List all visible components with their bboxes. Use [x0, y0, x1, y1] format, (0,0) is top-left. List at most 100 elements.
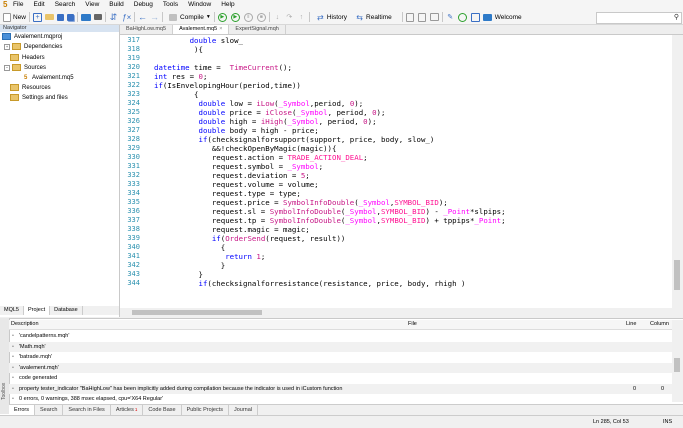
copy-icon[interactable]: [405, 12, 414, 22]
code-line[interactable]: request.action = TRADE_ACTION_DEAL;: [154, 153, 368, 162]
editor-horizontal-scrollbar[interactable]: [120, 308, 672, 317]
stop-icon[interactable]: ■: [256, 12, 266, 22]
code-line[interactable]: request.sl = SymbolInfoDouble(_Symbol,SY…: [154, 207, 506, 216]
expand-icon[interactable]: +: [4, 43, 10, 50]
new-button[interactable]: New: [3, 12, 26, 23]
tab-public-projects[interactable]: Public Projects: [182, 405, 229, 415]
start-real-icon[interactable]: ▶: [230, 12, 240, 22]
code-line[interactable]: request.type = type;: [154, 189, 301, 198]
tab-articles[interactable]: Articles1: [111, 405, 144, 415]
tab-mql5[interactable]: MQL5: [0, 306, 24, 315]
step-into-icon[interactable]: ↓: [273, 13, 282, 22]
collapse-icon[interactable]: −: [4, 64, 10, 71]
tab-avalement[interactable]: Avalement.mq5 ×: [173, 25, 230, 34]
tree-item-avalement-mq5[interactable]: 5 Avalement.mq5: [24, 74, 74, 82]
table-row[interactable]: • 0 errors, 0 warnings, 388 msec elapsed,…: [9, 394, 672, 404]
code-line[interactable]: &&!checkOpenByMagic(magic)){: [154, 144, 337, 153]
tab-database[interactable]: Database: [50, 306, 83, 315]
table-row[interactable]: • 'candelpatterns.mqh': [9, 331, 672, 341]
menu-window[interactable]: Window: [188, 0, 211, 10]
menu-file[interactable]: File: [13, 0, 23, 10]
paste-icon[interactable]: [417, 12, 426, 22]
table-row[interactable]: • 'batrade.mqh': [9, 352, 672, 362]
tab-code-base[interactable]: Code Base: [143, 405, 182, 415]
new-document-icon[interactable]: +: [33, 12, 43, 22]
tree-item-sources[interactable]: − Sources: [4, 64, 46, 72]
window-icon[interactable]: [429, 13, 439, 21]
insert-code-icon[interactable]: [81, 13, 92, 21]
save-all-icon[interactable]: [67, 13, 75, 21]
menu-search[interactable]: Search: [55, 0, 76, 10]
menu-help[interactable]: Help: [221, 0, 234, 10]
step-over-icon[interactable]: ↷: [285, 13, 294, 22]
table-row[interactable]: • 'avalement.mqh': [9, 362, 672, 373]
menu-edit[interactable]: Edit: [33, 0, 44, 10]
welcome-button[interactable]: Welcome: [482, 12, 522, 23]
table-row[interactable]: • property tester_indicator "BaHighLow" h…: [9, 383, 672, 394]
editor-vertical-scrollbar[interactable]: [672, 35, 683, 308]
column-column[interactable]: Column: [650, 320, 669, 329]
column-line[interactable]: Line: [626, 320, 636, 329]
tree-item-resources[interactable]: Resources: [10, 84, 51, 92]
print-icon[interactable]: [94, 14, 103, 20]
close-icon[interactable]: ×: [219, 26, 222, 32]
code-line[interactable]: double price = iClose(_Symbol, period, 0…: [154, 108, 386, 117]
code-line[interactable]: request.symbol = _Symbol;: [154, 162, 323, 171]
code-line[interactable]: double high = iHigh(_Symbol, period, 0);: [154, 117, 377, 126]
column-file[interactable]: File: [408, 320, 417, 329]
globe-icon[interactable]: [457, 12, 467, 22]
code-line[interactable]: request.magic = magic;: [154, 225, 310, 234]
tree-item-project[interactable]: Avalement.mqproj: [2, 33, 62, 41]
code-line[interactable]: if(checksignalforsupport(support, price,…: [154, 135, 435, 144]
tree-item-headers[interactable]: Headers: [10, 54, 45, 62]
tree-item-settings[interactable]: Settings and files: [10, 94, 68, 102]
open-folder-icon[interactable]: [45, 14, 55, 20]
scrollbar-thumb[interactable]: [132, 310, 262, 315]
function-icon[interactable]: ƒ×: [122, 13, 131, 22]
scrollbar-thumb[interactable]: [674, 358, 680, 372]
search-input[interactable]: ⚲: [596, 12, 682, 24]
start-debug-icon[interactable]: ▶: [217, 12, 227, 22]
history-button[interactable]: ⇄ History: [316, 12, 347, 23]
code-line[interactable]: if(OrderSend(request, result)): [154, 234, 346, 243]
back-arrow-icon[interactable]: ←: [138, 12, 147, 22]
pause-icon[interactable]: Ⅱ: [243, 12, 253, 22]
code-line[interactable]: double low = iLow(_Symbol,period, 0);: [154, 99, 364, 108]
tab-errors[interactable]: Errors: [9, 405, 35, 415]
compile-button[interactable]: Compile ▼: [169, 12, 211, 23]
pen-icon[interactable]: ✎: [446, 13, 455, 22]
tab-project[interactable]: Project: [23, 306, 51, 315]
menu-build[interactable]: Build: [109, 0, 123, 10]
tab-expertsignal[interactable]: ExpertSignal.mqh: [229, 25, 286, 34]
tab-journal[interactable]: Journal: [229, 405, 259, 415]
code-line[interactable]: {: [154, 90, 198, 99]
code-line[interactable]: return 1;: [154, 252, 265, 261]
code-line[interactable]: request.volume = volume;: [154, 180, 319, 189]
menu-debug[interactable]: Debug: [134, 0, 153, 10]
code-line[interactable]: if(IsEnvelopingHour(period,time)): [154, 81, 301, 90]
table-row[interactable]: • 'Math.mqh': [9, 341, 672, 352]
step-out-icon[interactable]: ↑: [297, 13, 306, 22]
scrollbar-thumb[interactable]: [674, 260, 680, 290]
code-line[interactable]: }: [154, 261, 225, 270]
code-line[interactable]: }: [154, 270, 202, 279]
menu-view[interactable]: View: [85, 0, 99, 10]
code-line[interactable]: int res = 0;: [154, 72, 207, 81]
errors-vertical-scrollbar[interactable]: [672, 320, 683, 402]
bookmarks-icon[interactable]: ⇵: [109, 12, 118, 22]
save-icon[interactable]: [57, 13, 65, 21]
tab-search-in-files[interactable]: Search in Files: [63, 405, 111, 415]
tab-bahighlow[interactable]: BaHighLow.mq5: [120, 25, 174, 34]
forward-arrow-icon[interactable]: →: [150, 12, 159, 22]
code-line[interactable]: double body = high - price;: [154, 126, 319, 135]
realtime-button[interactable]: ⇆ Realtime: [355, 12, 392, 23]
table-row[interactable]: • code generated: [9, 373, 672, 383]
tree-item-dependencies[interactable]: + Dependencies: [4, 43, 62, 51]
code-line[interactable]: request.tp = SymbolInfoDouble(_Symbol,SY…: [154, 216, 506, 225]
code-line[interactable]: double slow_: [154, 36, 243, 45]
code-line[interactable]: request.deviation = 5;: [154, 171, 310, 180]
tab-search[interactable]: Search: [35, 405, 64, 415]
code-line[interactable]: {: [154, 243, 225, 252]
code-line[interactable]: if(checksignalforresistance(resistance, …: [154, 279, 466, 288]
code-line[interactable]: ){: [154, 45, 203, 54]
